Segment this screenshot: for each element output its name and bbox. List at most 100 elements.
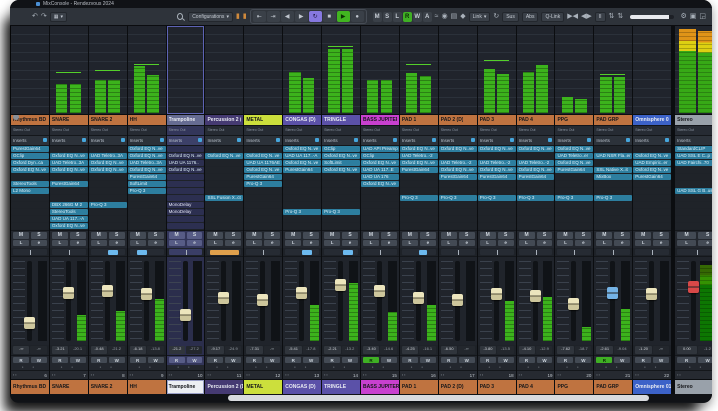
write-automation-button[interactable]: W: [187, 357, 203, 363]
rack-settings-button[interactable]: ▦ ▾: [50, 12, 67, 22]
write-automation-button[interactable]: W: [653, 357, 669, 363]
insert-slot[interactable]: [675, 223, 712, 229]
fader-track[interactable]: [338, 261, 343, 341]
peak-db-value[interactable]: -13.8: [147, 346, 163, 354]
insert-slot[interactable]: [594, 223, 632, 229]
inserts-rack-header[interactable]: Inserts: [205, 136, 243, 146]
listen-button[interactable]: L: [130, 240, 146, 246]
fader-cap[interactable]: [218, 292, 229, 304]
channel-header[interactable]: CONGAS (D): [283, 115, 321, 126]
channel-name-label[interactable]: PAD 1: [400, 379, 438, 394]
mode-button-s[interactable]: S: [383, 12, 392, 22]
insert-slot[interactable]: [244, 223, 282, 229]
write-automation-button[interactable]: W: [31, 357, 47, 363]
insert-slot[interactable]: Pro-Q 3: [555, 195, 593, 201]
insert-slot[interactable]: [205, 181, 243, 187]
insert-slot[interactable]: PurestGain64: [400, 167, 438, 173]
read-automation-button[interactable]: R: [677, 357, 696, 363]
spot-icon[interactable]: ◉: [442, 12, 448, 21]
insert-slot[interactable]: [89, 209, 127, 215]
insert-slot[interactable]: Pro-Q 3: [594, 195, 632, 201]
insert-slot[interactable]: [11, 174, 49, 180]
channel-header[interactable]: PAD 1: [400, 115, 438, 126]
solo-button[interactable]: S: [614, 232, 630, 239]
read-automation-button[interactable]: R: [402, 357, 418, 363]
pan-control[interactable]: [207, 249, 241, 256]
insert-slot[interactable]: [633, 216, 671, 222]
write-automation-button[interactable]: W: [225, 357, 241, 363]
rack-edit-icon[interactable]: [43, 138, 47, 142]
solo-button[interactable]: S: [420, 232, 436, 239]
edit-channel-button[interactable]: e: [537, 240, 553, 246]
insert-slot[interactable]: Oxford EQ N..ve: [633, 153, 671, 159]
insert-slot[interactable]: [11, 202, 49, 208]
insert-slot[interactable]: [555, 181, 593, 187]
insert-slot[interactable]: MixBox: [594, 174, 632, 180]
insert-slot[interactable]: [11, 195, 49, 201]
fader-db-value[interactable]: -3.40: [363, 346, 379, 354]
channel-name-label[interactable]: CONGAS (D): [283, 379, 321, 394]
insert-slot[interactable]: [322, 195, 360, 201]
insert-slot[interactable]: Oxford EQ N..ve: [89, 167, 127, 173]
inserts-rack-header[interactable]: Inserts: [633, 136, 671, 146]
insert-slot[interactable]: [205, 223, 243, 229]
fader-track[interactable]: [494, 261, 499, 341]
play-button[interactable]: ▶: [337, 11, 350, 22]
updown-icon[interactable]: ⇅: [617, 12, 623, 21]
fader-db-value[interactable]: -7.62: [557, 346, 573, 354]
insert-slot[interactable]: [517, 209, 555, 215]
rack-edit-icon[interactable]: [121, 138, 125, 142]
insert-slot[interactable]: Pro-Q 3: [283, 209, 321, 215]
write-automation-button[interactable]: W: [109, 357, 125, 363]
solo-button[interactable]: S: [109, 232, 125, 239]
insert-slot[interactable]: [283, 216, 321, 222]
read-automation-button[interactable]: R: [363, 357, 379, 363]
fader-db-value[interactable]: 0.00: [677, 346, 697, 354]
channel-name-label[interactable]: BASS JUPITER: [361, 379, 399, 394]
insert-slot[interactable]: [167, 195, 205, 201]
insert-slot[interactable]: SoftLimit: [128, 181, 166, 187]
channel-name-label[interactable]: TRINGLE: [322, 379, 360, 394]
insert-slot[interactable]: UAD Teletro..-2: [478, 160, 516, 166]
insert-slot[interactable]: Oxford EQ N..ve: [244, 153, 282, 159]
channel-header[interactable]: Omnisphere 01: [633, 115, 671, 126]
edit-channel-button[interactable]: e: [342, 240, 358, 246]
solo-button[interactable]: S: [537, 232, 553, 239]
insert-slot[interactable]: [361, 209, 399, 215]
insert-slot[interactable]: [594, 181, 632, 187]
insert-slot[interactable]: [439, 223, 477, 229]
write-automation-button[interactable]: W: [70, 357, 86, 363]
listen-button[interactable]: L: [677, 240, 696, 246]
pan-control[interactable]: [519, 249, 553, 256]
insert-slot[interactable]: [167, 216, 205, 222]
channel-name-label[interactable]: Trampoline: [167, 379, 205, 394]
wave-icon[interactable]: ≈: [435, 12, 439, 21]
insert-slot[interactable]: [283, 195, 321, 201]
mute-button[interactable]: M: [246, 232, 262, 239]
pan-control[interactable]: [635, 249, 669, 256]
write-automation-button[interactable]: W: [698, 357, 712, 363]
edit-channel-button[interactable]: e: [187, 240, 203, 246]
insert-slot[interactable]: [128, 223, 166, 229]
inserts-rack-header[interactable]: Inserts: [244, 136, 282, 146]
insert-slot[interactable]: [167, 223, 205, 229]
window-zones-icon[interactable]: ◲: [699, 12, 706, 21]
insert-slot[interactable]: [89, 195, 127, 201]
insert-slot[interactable]: Pro-Q 3: [89, 202, 127, 208]
edit-channel-button[interactable]: e: [575, 240, 591, 246]
insert-slot[interactable]: [439, 209, 477, 215]
insert-slot[interactable]: [283, 202, 321, 208]
edit-channel-button[interactable]: e: [498, 240, 514, 246]
write-automation-button[interactable]: W: [303, 357, 319, 363]
insert-slot[interactable]: [675, 181, 712, 187]
insert-slot[interactable]: [205, 167, 243, 173]
channel-header[interactable]: Stereo: [675, 115, 712, 126]
fader-track[interactable]: [27, 261, 32, 341]
read-automation-button[interactable]: R: [52, 357, 68, 363]
mute-button[interactable]: M: [130, 232, 146, 239]
edit-channel-button[interactable]: e: [381, 240, 397, 246]
insert-slot[interactable]: [594, 216, 632, 222]
fader-db-value[interactable]: -1.20: [635, 346, 651, 354]
rack-edit-icon[interactable]: [276, 138, 280, 142]
insert-slot[interactable]: [439, 202, 477, 208]
